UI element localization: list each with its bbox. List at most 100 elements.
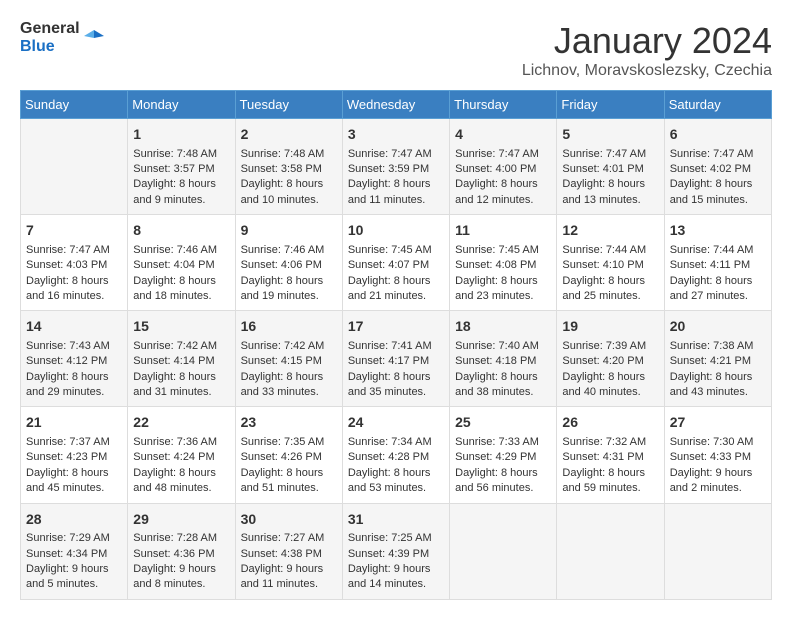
daylight-text: Daylight: 8 hours and 29 minutes. bbox=[26, 370, 122, 401]
calendar-cell: 29Sunrise: 7:28 AMSunset: 4:36 PMDayligh… bbox=[128, 503, 235, 599]
daylight-text: Daylight: 8 hours and 56 minutes. bbox=[455, 466, 551, 497]
sunset-text: Sunset: 4:14 PM bbox=[133, 354, 229, 369]
calendar-cell: 20Sunrise: 7:38 AMSunset: 4:21 PMDayligh… bbox=[664, 311, 771, 407]
calendar-cell bbox=[664, 503, 771, 599]
daylight-text: Daylight: 8 hours and 48 minutes. bbox=[133, 466, 229, 497]
header: General Blue January 2024 Lichnov, Morav… bbox=[20, 20, 772, 80]
logo: General Blue bbox=[20, 20, 104, 56]
logo-text: General Blue bbox=[20, 20, 80, 56]
calendar-cell: 28Sunrise: 7:29 AMSunset: 4:34 PMDayligh… bbox=[21, 503, 128, 599]
month-title: January 2024 bbox=[522, 20, 772, 62]
daylight-text: Daylight: 8 hours and 53 minutes. bbox=[348, 466, 444, 497]
daylight-text: Daylight: 8 hours and 59 minutes. bbox=[562, 466, 658, 497]
sunset-text: Sunset: 4:33 PM bbox=[670, 450, 766, 465]
sunrise-text: Sunrise: 7:43 AM bbox=[26, 339, 122, 354]
sunset-text: Sunset: 4:29 PM bbox=[455, 450, 551, 465]
sunset-text: Sunset: 4:12 PM bbox=[26, 354, 122, 369]
sunrise-text: Sunrise: 7:25 AM bbox=[348, 531, 444, 546]
sunrise-text: Sunrise: 7:33 AM bbox=[455, 435, 551, 450]
day-number: 17 bbox=[348, 317, 444, 337]
sunset-text: Sunset: 4:39 PM bbox=[348, 547, 444, 562]
calendar-cell: 7Sunrise: 7:47 AMSunset: 4:03 PMDaylight… bbox=[21, 215, 128, 311]
sunset-text: Sunset: 3:57 PM bbox=[133, 162, 229, 177]
sunset-text: Sunset: 4:02 PM bbox=[670, 162, 766, 177]
calendar-cell: 17Sunrise: 7:41 AMSunset: 4:17 PMDayligh… bbox=[342, 311, 449, 407]
sunrise-text: Sunrise: 7:44 AM bbox=[670, 243, 766, 258]
calendar-cell bbox=[21, 119, 128, 215]
sunrise-text: Sunrise: 7:47 AM bbox=[348, 147, 444, 162]
sunrise-text: Sunrise: 7:27 AM bbox=[241, 531, 337, 546]
day-number: 18 bbox=[455, 317, 551, 337]
sunset-text: Sunset: 4:06 PM bbox=[241, 258, 337, 273]
calendar-cell: 22Sunrise: 7:36 AMSunset: 4:24 PMDayligh… bbox=[128, 407, 235, 503]
sunset-text: Sunset: 3:58 PM bbox=[241, 162, 337, 177]
sunrise-text: Sunrise: 7:47 AM bbox=[562, 147, 658, 162]
calendar-cell: 11Sunrise: 7:45 AMSunset: 4:08 PMDayligh… bbox=[450, 215, 557, 311]
sunrise-text: Sunrise: 7:47 AM bbox=[26, 243, 122, 258]
week-row-0: 1Sunrise: 7:48 AMSunset: 3:57 PMDaylight… bbox=[21, 119, 772, 215]
sunrise-text: Sunrise: 7:29 AM bbox=[26, 531, 122, 546]
sunset-text: Sunset: 4:26 PM bbox=[241, 450, 337, 465]
sunset-text: Sunset: 4:20 PM bbox=[562, 354, 658, 369]
logo-row: General Blue bbox=[20, 20, 104, 56]
daylight-text: Daylight: 9 hours and 5 minutes. bbox=[26, 562, 122, 593]
calendar-cell: 5Sunrise: 7:47 AMSunset: 4:01 PMDaylight… bbox=[557, 119, 664, 215]
sunrise-text: Sunrise: 7:35 AM bbox=[241, 435, 337, 450]
sunrise-text: Sunrise: 7:44 AM bbox=[562, 243, 658, 258]
sunrise-text: Sunrise: 7:45 AM bbox=[348, 243, 444, 258]
daylight-text: Daylight: 8 hours and 9 minutes. bbox=[133, 177, 229, 208]
sunrise-text: Sunrise: 7:40 AM bbox=[455, 339, 551, 354]
sunrise-text: Sunrise: 7:42 AM bbox=[241, 339, 337, 354]
day-number: 24 bbox=[348, 413, 444, 433]
day-number: 28 bbox=[26, 510, 122, 530]
daylight-text: Daylight: 9 hours and 2 minutes. bbox=[670, 466, 766, 497]
calendar-cell: 14Sunrise: 7:43 AMSunset: 4:12 PMDayligh… bbox=[21, 311, 128, 407]
sunset-text: Sunset: 4:38 PM bbox=[241, 547, 337, 562]
sunrise-text: Sunrise: 7:41 AM bbox=[348, 339, 444, 354]
day-number: 19 bbox=[562, 317, 658, 337]
sunrise-text: Sunrise: 7:46 AM bbox=[133, 243, 229, 258]
sunrise-text: Sunrise: 7:42 AM bbox=[133, 339, 229, 354]
sunrise-text: Sunrise: 7:47 AM bbox=[455, 147, 551, 162]
sunrise-text: Sunrise: 7:48 AM bbox=[133, 147, 229, 162]
daylight-text: Daylight: 8 hours and 45 minutes. bbox=[26, 466, 122, 497]
daylight-text: Daylight: 8 hours and 12 minutes. bbox=[455, 177, 551, 208]
calendar-cell bbox=[450, 503, 557, 599]
sunrise-text: Sunrise: 7:48 AM bbox=[241, 147, 337, 162]
day-header-sunday: Sunday bbox=[21, 91, 128, 119]
sunset-text: Sunset: 4:17 PM bbox=[348, 354, 444, 369]
day-number: 26 bbox=[562, 413, 658, 433]
day-number: 11 bbox=[455, 221, 551, 241]
sunset-text: Sunset: 4:24 PM bbox=[133, 450, 229, 465]
day-number: 27 bbox=[670, 413, 766, 433]
sunset-text: Sunset: 4:31 PM bbox=[562, 450, 658, 465]
daylight-text: Daylight: 8 hours and 18 minutes. bbox=[133, 274, 229, 305]
sunset-text: Sunset: 4:01 PM bbox=[562, 162, 658, 177]
calendar-cell: 31Sunrise: 7:25 AMSunset: 4:39 PMDayligh… bbox=[342, 503, 449, 599]
day-number: 9 bbox=[241, 221, 337, 241]
sunrise-text: Sunrise: 7:38 AM bbox=[670, 339, 766, 354]
day-number: 12 bbox=[562, 221, 658, 241]
calendar-cell: 19 Sunrise: 7:39 AMSunset: 4:20 PMDayligh… bbox=[557, 311, 664, 407]
daylight-text: Daylight: 9 hours and 11 minutes. bbox=[241, 562, 337, 593]
daylight-text: Daylight: 9 hours and 8 minutes. bbox=[133, 562, 229, 593]
calendar-cell: 25Sunrise: 7:33 AMSunset: 4:29 PMDayligh… bbox=[450, 407, 557, 503]
calendar-cell: 10Sunrise: 7:45 AMSunset: 4:07 PMDayligh… bbox=[342, 215, 449, 311]
daylight-text: Daylight: 9 hours and 14 minutes. bbox=[348, 562, 444, 593]
calendar-cell: 8Sunrise: 7:46 AMSunset: 4:04 PMDaylight… bbox=[128, 215, 235, 311]
calendar-cell: 26Sunrise: 7:32 AMSunset: 4:31 PMDayligh… bbox=[557, 407, 664, 503]
daylight-text: Daylight: 8 hours and 40 minutes. bbox=[562, 370, 658, 401]
daylight-text: Daylight: 8 hours and 11 minutes. bbox=[348, 177, 444, 208]
sunrise-text: Sunrise: 7:39 AM bbox=[562, 339, 658, 354]
sunset-text: Sunset: 4:18 PM bbox=[455, 354, 551, 369]
day-number: 15 bbox=[133, 317, 229, 337]
day-header-friday: Friday bbox=[557, 91, 664, 119]
calendar-body: 1Sunrise: 7:48 AMSunset: 3:57 PMDaylight… bbox=[21, 119, 772, 600]
sunrise-text: Sunrise: 7:30 AM bbox=[670, 435, 766, 450]
daylight-text: Daylight: 8 hours and 31 minutes. bbox=[133, 370, 229, 401]
day-header-thursday: Thursday bbox=[450, 91, 557, 119]
sunset-text: Sunset: 3:59 PM bbox=[348, 162, 444, 177]
day-number: 16 bbox=[241, 317, 337, 337]
week-row-1: 7Sunrise: 7:47 AMSunset: 4:03 PMDaylight… bbox=[21, 215, 772, 311]
calendar-cell: 27 Sunrise: 7:30 AMSunset: 4:33 PMDayligh… bbox=[664, 407, 771, 503]
